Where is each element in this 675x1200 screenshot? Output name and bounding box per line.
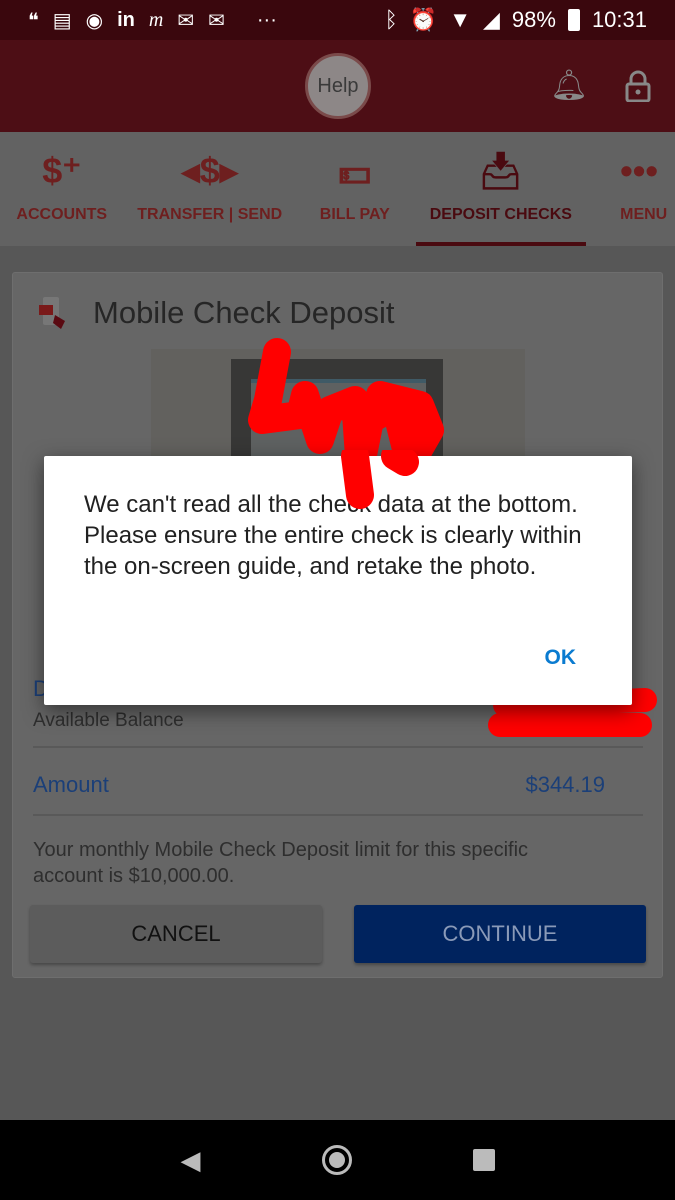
news-icon: ▤: [52, 9, 72, 32]
more-icon: •••: [620, 150, 658, 191]
mobile-deposit-icon: [39, 297, 65, 329]
more-notifications: ···: [256, 8, 277, 31]
available-balance-label: Available Balance: [33, 710, 184, 731]
continue-button[interactable]: CONTINUE: [354, 905, 646, 963]
recents-icon[interactable]: [472, 1149, 495, 1171]
tab-label: ACCOUNTS: [16, 206, 108, 223]
battery-percent: 98%: [511, 7, 556, 32]
bluetooth-icon: ᛒ: [384, 7, 398, 32]
bell-icon[interactable]: 🔔︎: [550, 68, 588, 103]
tab-label: TRANSFER | SEND: [137, 206, 283, 223]
transfer-icon: ◂$▸: [181, 150, 238, 191]
amount-label: Amount: [33, 772, 109, 797]
app-header: Help 🔔︎: [0, 40, 675, 132]
tab-accounts[interactable]: $⁺ ACCOUNTS: [0, 132, 123, 246]
messenger-icon: ◉: [85, 9, 104, 32]
tab-transfer-send[interactable]: ◂$▸ TRANSFER | SEND: [123, 132, 295, 246]
home-icon[interactable]: [321, 1145, 352, 1175]
tab-deposit-checks[interactable]: 📥︎ DEPOSIT CHECKS: [415, 132, 587, 246]
tab-label: DEPOSIT CHECKS: [429, 206, 572, 223]
signal-icon: ◢: [482, 7, 500, 32]
cancel-button[interactable]: CANCEL: [30, 905, 322, 963]
gmail-icon: ✉: [208, 9, 225, 32]
dollar-plus-icon: $⁺: [42, 150, 82, 191]
back-icon[interactable]: ◀: [181, 1145, 201, 1176]
gmail-icon: ✉: [177, 9, 195, 32]
page-title: Mobile Check Deposit: [93, 295, 395, 330]
error-dialog: We can't read all the check data at the …: [44, 456, 632, 705]
deposit-icon: 📥︎: [477, 150, 524, 191]
amount-row[interactable]: Amount $344.19: [33, 750, 643, 816]
hangouts-icon: ❝: [28, 9, 39, 32]
tab-menu[interactable]: ••• MENU: [586, 132, 675, 246]
cancel-label: CANCEL: [131, 921, 221, 946]
ok-button[interactable]: OK: [545, 646, 577, 670]
nav-tabs: $⁺ ACCOUNTS ◂$▸ TRANSFER | SEND 💵︎ BILL PAY…: [0, 132, 675, 246]
alarm-icon: ⏰: [409, 7, 438, 32]
battery-icon: [567, 9, 580, 31]
amount-value: $344.19: [525, 772, 605, 797]
money-icon: 💵︎: [338, 150, 371, 191]
tab-bill-pay[interactable]: 💵︎ BILL PAY: [296, 132, 414, 246]
continue-label: CONTINUE: [442, 921, 558, 946]
system-nav-bar: ◀: [0, 1120, 675, 1200]
lock-icon[interactable]: [625, 70, 651, 102]
limit-text: Your monthly Mobile Check Deposit limit …: [33, 839, 529, 887]
m-icon: m: [148, 8, 164, 31]
tab-label: BILL PAY: [319, 206, 390, 223]
wifi-icon: ▼: [449, 7, 471, 32]
status-bar: ❝ ▤ ◉ in m ✉ ✉ ··· ᛒ ⏰ ▼ ◢ 98% 10:31: [0, 0, 675, 40]
tab-label: MENU: [620, 206, 668, 223]
linkedin-icon: in: [117, 8, 135, 31]
help-label: Help: [317, 74, 359, 97]
dialog-message: We can't read all the check data at the …: [84, 491, 582, 580]
notification-icons: ❝ ▤ ◉ in m ✉ ✉ ···: [28, 8, 277, 33]
clock: 10:31: [591, 7, 647, 32]
help-button[interactable]: Help: [305, 53, 371, 119]
